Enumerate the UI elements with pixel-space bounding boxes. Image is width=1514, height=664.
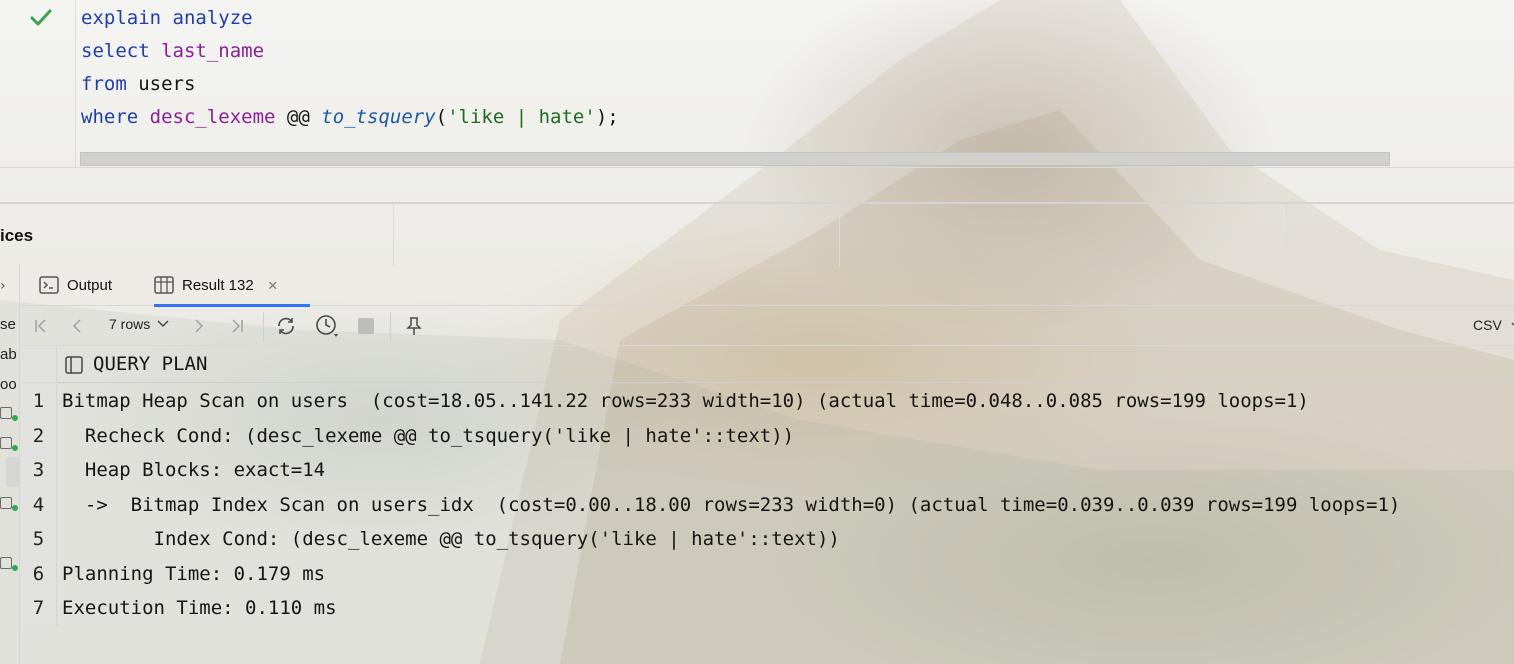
table-row[interactable]: 3 Heap Blocks: exact=14 <box>21 453 1514 488</box>
tab-result[interactable]: Result 132 × <box>154 264 310 307</box>
tab-label: Output <box>67 276 113 294</box>
refresh-icon[interactable] <box>274 315 298 337</box>
result-toolbar: 7 rows CSV <box>21 307 1514 346</box>
code-line[interactable]: explain analyze <box>81 4 619 37</box>
row-number: 6 <box>21 556 57 591</box>
table-row[interactable]: 1 Bitmap Heap Scan on users (cost=18.05..… <box>21 384 1514 419</box>
tree-item-label[interactable]: se <box>0 316 16 333</box>
last-page-icon[interactable] <box>227 315 247 337</box>
code-token: ( <box>435 106 448 128</box>
code-token: @@ <box>275 106 322 128</box>
query-plan-cell[interactable]: Planning Time: 0.179 ms <box>62 557 325 592</box>
row-number: 3 <box>21 453 57 488</box>
editor-gutter <box>0 0 76 168</box>
chevron-down-icon <box>1511 322 1514 327</box>
grid-header: QUERY PLAN <box>21 347 1514 383</box>
row-number: 1 <box>21 384 57 419</box>
code-token: desc_lexeme <box>149 106 276 128</box>
services-title: ices <box>0 226 34 245</box>
code-token: where <box>81 106 150 128</box>
close-icon[interactable]: × <box>268 277 278 294</box>
selected-tree-item[interactable] <box>6 457 20 487</box>
column-header-query-plan[interactable]: QUERY PLAN <box>93 353 207 375</box>
tree-item-label[interactable]: ab <box>0 346 17 363</box>
row-number: 2 <box>21 418 57 453</box>
check-icon <box>30 9 52 26</box>
table-row[interactable]: 6 Planning Time: 0.179 ms <box>21 556 1514 592</box>
code-token: 'like | hate' <box>447 106 596 128</box>
session-node-icon[interactable] <box>0 407 18 421</box>
sql-editor[interactable]: explain analyze select last_name from user… <box>0 0 1514 168</box>
code-line[interactable]: select last_name <box>81 37 619 70</box>
row-number-header <box>21 347 57 383</box>
header-divider <box>1286 204 1287 266</box>
console-icon <box>39 276 59 294</box>
header-divider <box>393 204 394 266</box>
code-token: to_tsquery <box>321 106 436 128</box>
code-token: users <box>138 73 196 95</box>
first-page-icon[interactable] <box>31 315 51 337</box>
pin-icon[interactable] <box>403 315 425 337</box>
row-number: 4 <box>21 487 57 522</box>
tab-output[interactable]: Output <box>39 264 143 306</box>
toolbar-separator <box>390 312 391 342</box>
row-number: 5 <box>21 522 57 557</box>
table-row[interactable]: 2 Recheck Cond: (desc_lexeme @@ to_tsque… <box>21 418 1514 454</box>
stop-icon[interactable] <box>355 315 377 337</box>
query-plan-cell[interactable]: Heap Blocks: exact=14 <box>62 453 325 488</box>
clock-icon[interactable] <box>314 315 340 337</box>
toolbar-separator <box>263 312 264 342</box>
session-node-icon[interactable] <box>0 557 18 571</box>
table-row[interactable]: 7 Execution Time: 0.110 ms <box>21 591 1514 626</box>
result-tabs: Output Result 132 × <box>21 264 1514 307</box>
rows-count-dropdown[interactable]: 7 rows <box>109 316 170 332</box>
header-divider <box>839 204 840 266</box>
chevron-down-icon <box>157 320 169 328</box>
code-area[interactable]: explain analyze select last_name from user… <box>81 4 619 136</box>
result-grid[interactable]: QUERY PLAN 1 Bitmap Heap Scan on users (c… <box>21 347 1514 664</box>
query-plan-cell[interactable]: Execution Time: 0.110 ms <box>62 591 337 626</box>
code-line[interactable]: from users <box>81 70 619 103</box>
tab-label: Result 132 <box>182 276 254 294</box>
column-icon <box>65 356 83 374</box>
code-token: last_name <box>161 40 265 62</box>
table-row[interactable]: 5 Index Cond: (desc_lexeme @@ to_tsquery… <box>21 522 1514 557</box>
editor-divider <box>0 167 1514 168</box>
code-token: ); <box>595 106 619 128</box>
session-node-icon[interactable] <box>0 437 18 451</box>
table-icon <box>154 276 174 294</box>
session-node-icon[interactable] <box>0 497 18 511</box>
services-tree[interactable]: › se ab oo <box>0 264 20 664</box>
horizontal-scrollbar[interactable] <box>80 152 1390 166</box>
row-number: 7 <box>21 591 57 626</box>
table-row[interactable]: 4 -> Bitmap Index Scan on users_idx (cos… <box>21 487 1514 523</box>
code-token: explain analyze <box>81 7 253 29</box>
query-plan-cell[interactable]: -> Bitmap Index Scan on users_idx (cost=… <box>62 488 1400 523</box>
chevron-right-icon[interactable]: › <box>0 278 6 294</box>
export-format-dropdown[interactable]: CSV <box>1473 317 1514 333</box>
services-header: ices <box>0 202 1514 266</box>
query-plan-cell[interactable]: Recheck Cond: (desc_lexeme @@ to_tsquery… <box>62 419 794 454</box>
previous-page-icon[interactable] <box>67 315 87 337</box>
query-plan-cell[interactable]: Index Cond: (desc_lexeme @@ to_tsquery('… <box>62 522 840 557</box>
tree-item-label[interactable]: oo <box>0 376 17 393</box>
code-token: select <box>81 40 162 62</box>
query-plan-cell[interactable]: Bitmap Heap Scan on users (cost=18.05..1… <box>62 384 1309 419</box>
code-line[interactable]: where desc_lexeme @@ to_tsquery('like | … <box>81 103 619 136</box>
next-page-icon[interactable] <box>189 315 209 337</box>
rows-count-label: 7 rows <box>109 316 151 332</box>
code-token: from <box>81 73 139 95</box>
export-format-label: CSV <box>1473 317 1502 333</box>
